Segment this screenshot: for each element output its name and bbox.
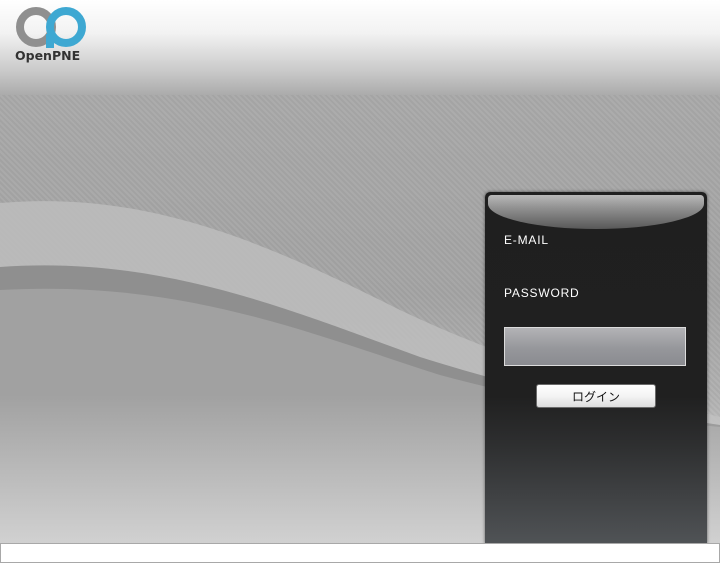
openpne-logo[interactable]: OpenPNE [14, 6, 94, 64]
login-panel-header [488, 195, 704, 229]
email-label: E-MAIL [504, 233, 549, 247]
openpne-logo-icon [16, 7, 86, 48]
login-button[interactable]: ログイン [536, 384, 656, 408]
status-bar [0, 543, 720, 563]
header-band [0, 0, 720, 95]
password-label: PASSWORD [504, 286, 580, 300]
password-input[interactable] [504, 327, 686, 366]
login-panel: E-MAIL PASSWORD ログイン [485, 192, 707, 544]
logo-text: OpenPNE [15, 48, 81, 63]
